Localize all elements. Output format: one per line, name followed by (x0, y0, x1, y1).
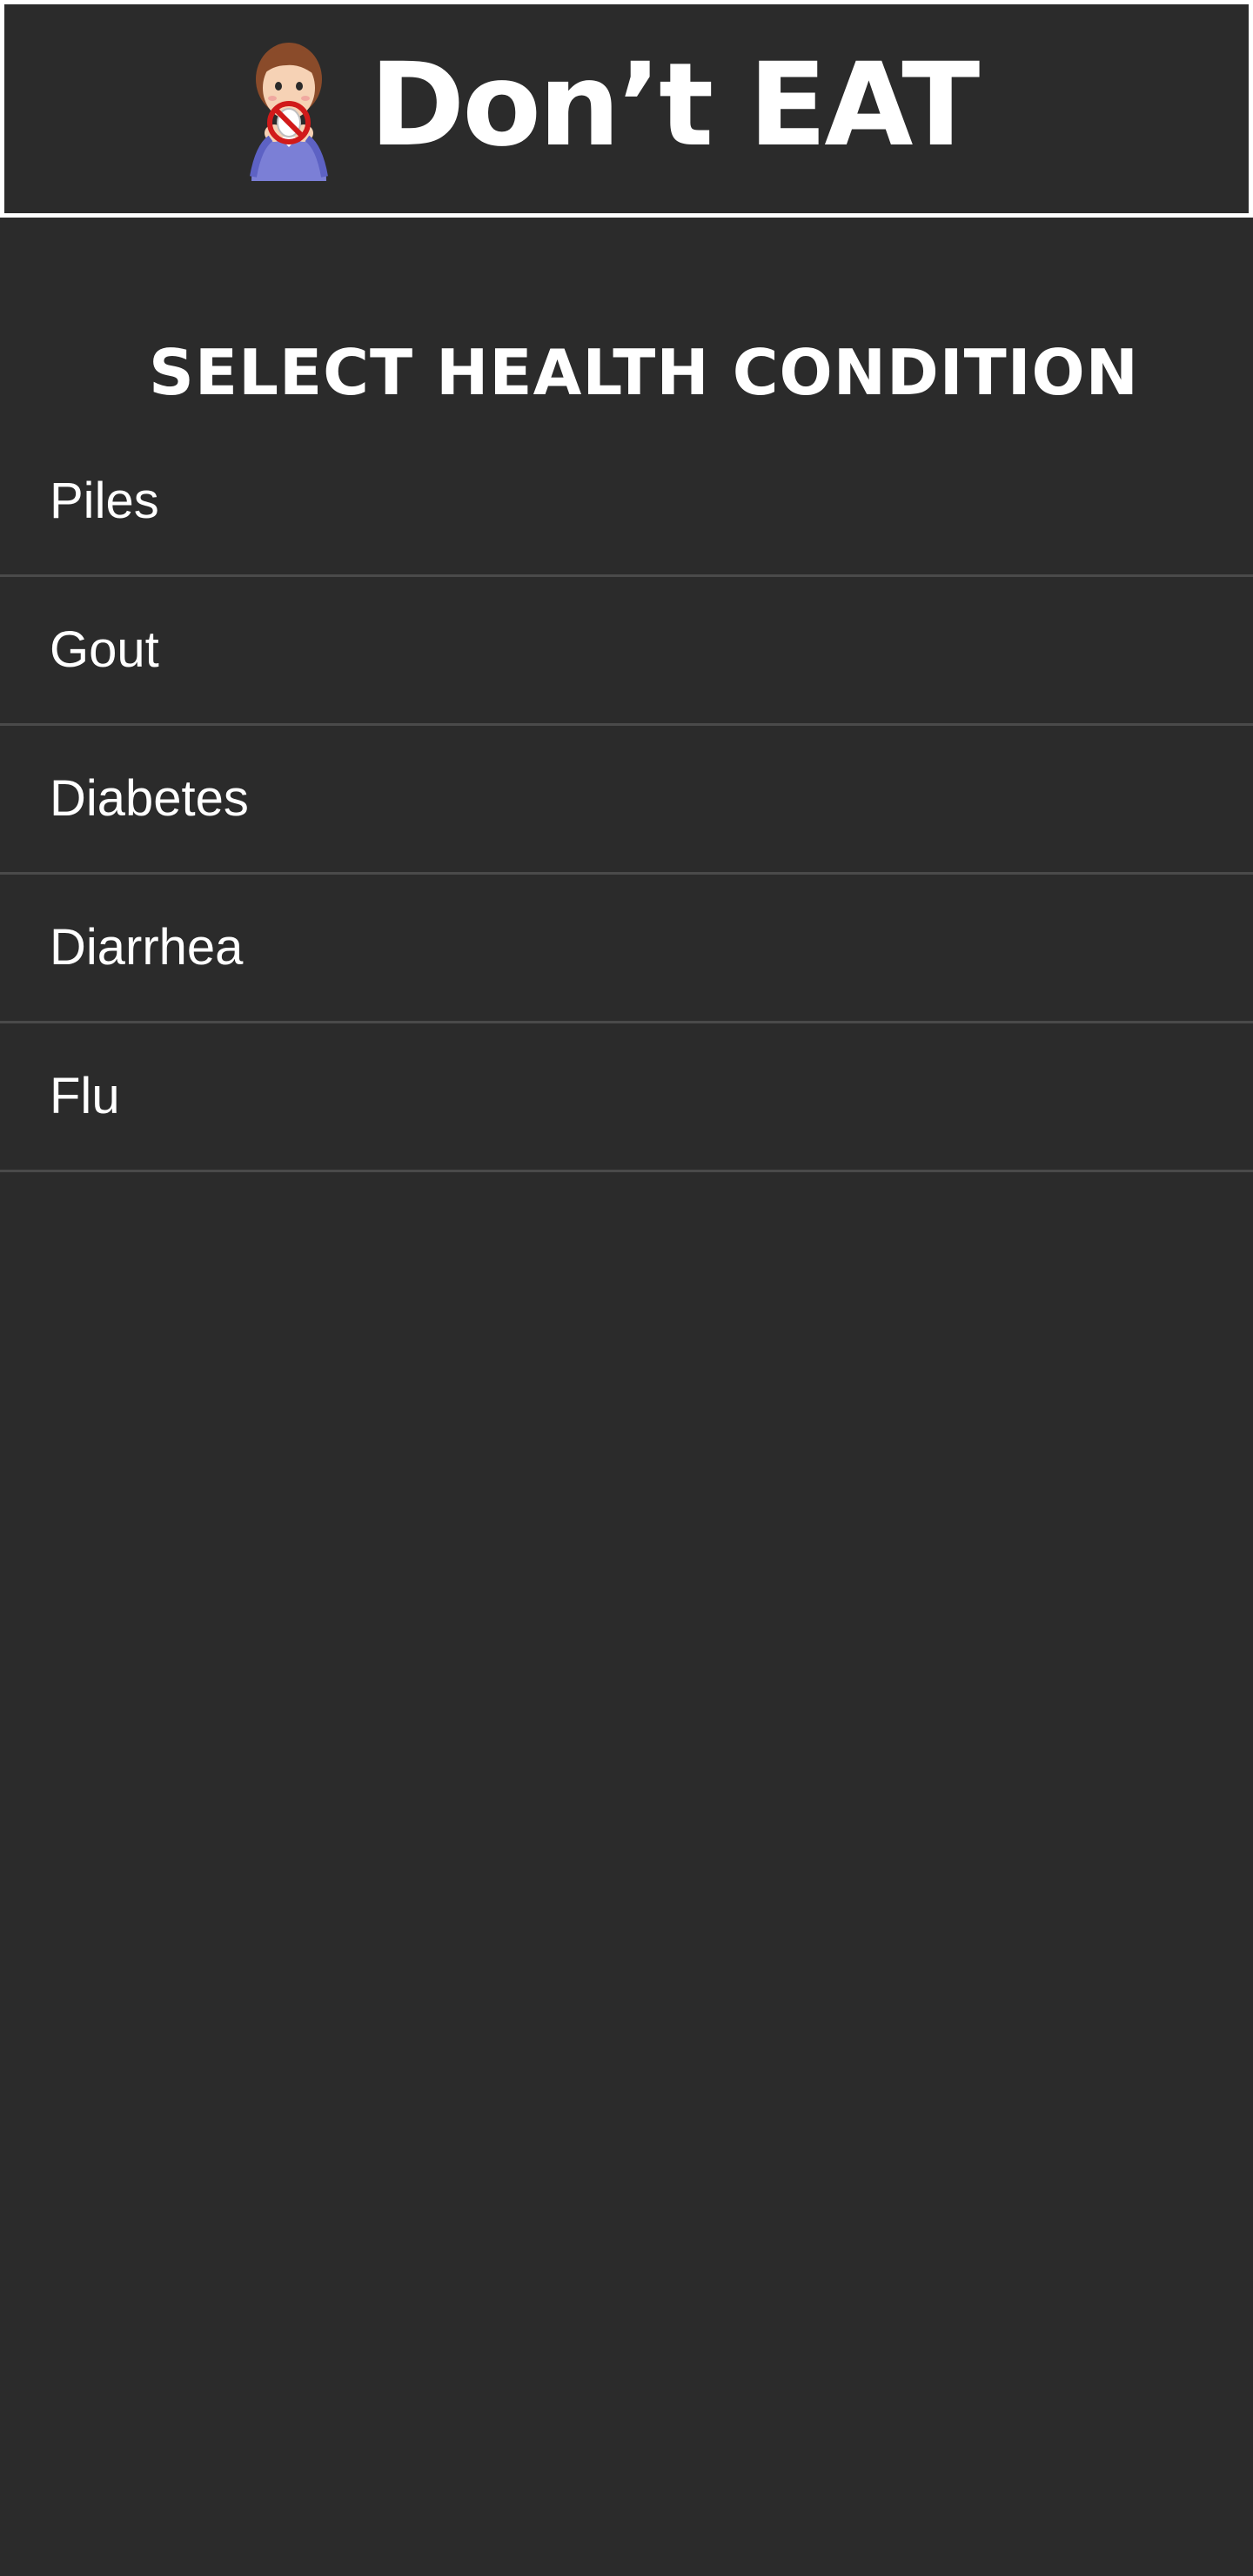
list-item-label: Diabetes (50, 770, 249, 827)
header-brand: Don’t EAT (241, 37, 981, 181)
section-title: SELECT HEALTH CONDITION (149, 336, 1139, 410)
list-item-diabetes[interactable]: Diabetes (0, 726, 1253, 875)
list-item-piles[interactable]: Piles (0, 428, 1253, 577)
app-header: Don’t EAT (0, 0, 1253, 218)
person-no-eating-icon (249, 42, 328, 181)
list-item-flu[interactable]: Flu (0, 1023, 1253, 1172)
app-title: Don’t EAT (369, 38, 981, 172)
list-item-label: Gout (50, 621, 159, 678)
list-item-gout[interactable]: Gout (0, 577, 1253, 726)
list-item-label: Piles (50, 473, 159, 529)
list-item-diarrhea[interactable]: Diarrhea (0, 875, 1253, 1023)
list-item-label: Flu (50, 1068, 120, 1124)
list-item-label: Diarrhea (50, 919, 244, 976)
app-screen: Don’t EAT SELECT HEALTH CONDITION Piles … (0, 0, 1253, 2576)
condition-list: Piles Gout Diabetes Diarrhea Flu (0, 428, 1253, 1172)
